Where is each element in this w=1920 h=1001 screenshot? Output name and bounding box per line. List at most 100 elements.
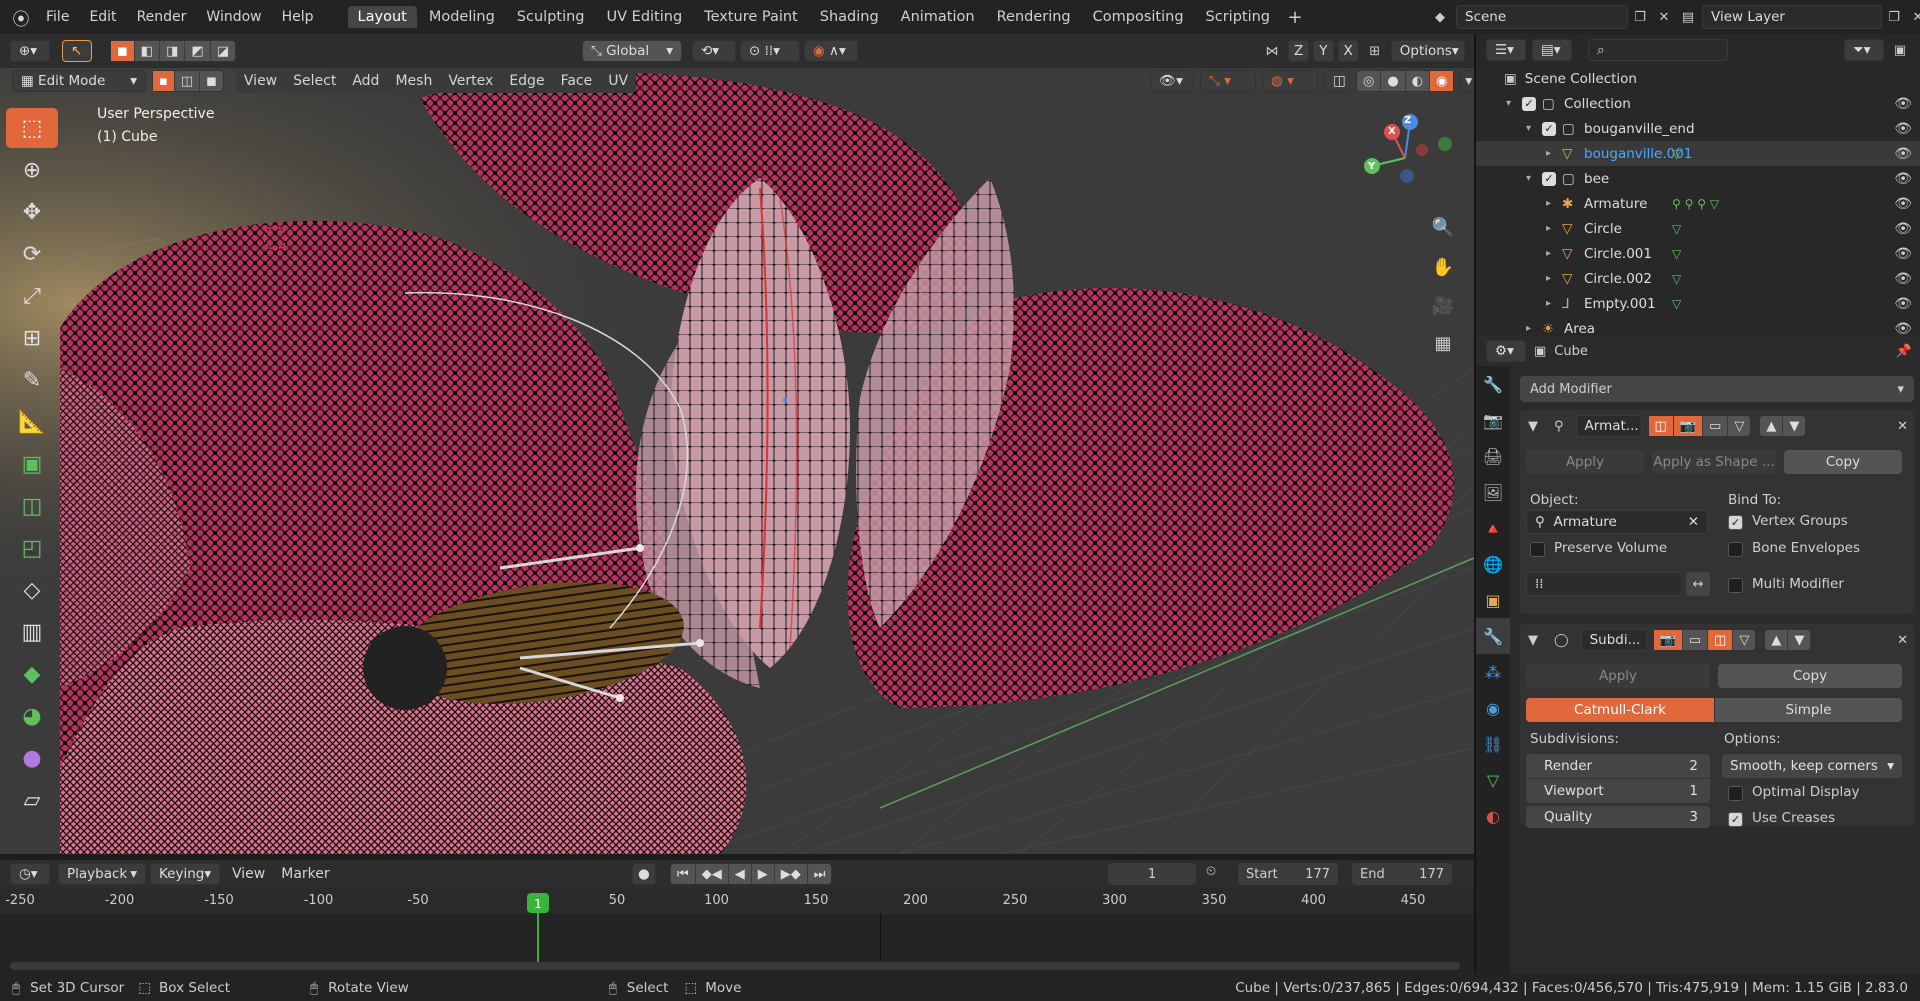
next-keyframe-icon[interactable]: ▶◆ xyxy=(775,864,808,884)
filter-icon[interactable]: ⏷▾ xyxy=(1844,39,1884,61)
expand-arrow-icon[interactable]: ▸ xyxy=(1546,298,1551,309)
modifier-tab-icon[interactable]: 🔧 xyxy=(1476,618,1510,654)
tab-uv-editing[interactable]: UV Editing xyxy=(597,6,693,28)
tab-layout[interactable]: Layout xyxy=(347,6,417,28)
properties-editor-type-icon[interactable]: ⚙▾ xyxy=(1486,340,1526,362)
menu-mesh[interactable]: Mesh xyxy=(387,73,440,89)
poly-build-icon[interactable]: ◕ xyxy=(6,696,58,736)
tab-sculpting[interactable]: Sculpting xyxy=(507,6,595,28)
collapse-icon[interactable]: ▼ xyxy=(1528,419,1538,434)
outliner-row-armature[interactable]: ▸ ✱ Armature ⚲ ⚲ ⚲ ▽ 👁 xyxy=(1476,191,1920,216)
visibility-eye-icon[interactable]: 👁 xyxy=(1894,171,1912,187)
outliner-editor-type-icon[interactable]: ☰▾ xyxy=(1486,39,1526,61)
remove-modifier-icon[interactable]: ✕ xyxy=(1897,633,1908,648)
clear-field-icon[interactable]: ✕ xyxy=(1688,514,1699,530)
annotate-icon[interactable]: ✎ xyxy=(6,360,58,400)
visibility-eye-icon[interactable]: 👁 xyxy=(1894,321,1912,337)
visibility-eye-icon[interactable]: 👁 xyxy=(1894,196,1912,212)
menu-uv[interactable]: UV xyxy=(600,73,636,89)
scene-field[interactable]: Scene xyxy=(1456,5,1628,29)
object-tab-icon[interactable]: ▣ xyxy=(1476,582,1510,618)
xray-toggle-icon[interactable]: ◫ xyxy=(1324,70,1350,92)
visibility-dropdown[interactable]: 👁▾ xyxy=(1150,70,1194,92)
grid-perspective-icon[interactable]: ▦ xyxy=(1428,328,1458,358)
expand-arrow-icon[interactable]: ▸ xyxy=(1526,323,1531,334)
armature-copy-button[interactable]: Copy xyxy=(1784,450,1902,474)
modifier-data-icon[interactable]: ▽ xyxy=(1672,297,1681,311)
outliner-row-collection[interactable]: ▾ ✓ ▢ Collection 👁 xyxy=(1476,91,1920,116)
rotate-icon[interactable]: ⟳ xyxy=(6,234,58,274)
menu-face[interactable]: Face xyxy=(553,73,601,89)
visibility-eye-icon[interactable]: 👁 xyxy=(1894,271,1912,287)
add-cube-icon[interactable]: ▣ xyxy=(6,444,58,484)
outliner-row-bouganville-001[interactable]: ▸ ▽ bouganville.001 ▽ 👁 xyxy=(1476,141,1920,166)
overlay-toggle[interactable]: ◍ ▾ xyxy=(1262,70,1318,92)
select-new-icon[interactable]: ◼ xyxy=(111,41,135,61)
transform-icon[interactable]: ⊞ xyxy=(6,318,58,358)
mirror-icon[interactable]: ⋈ xyxy=(1260,40,1284,62)
expand-arrow-icon[interactable]: ▾ xyxy=(1526,123,1531,134)
move-icon[interactable]: ✥ xyxy=(6,192,58,232)
scene-browse-icon[interactable]: ◆ xyxy=(1428,6,1452,28)
editor-type-icon[interactable]: ⊕▾ xyxy=(10,40,50,62)
select-mode-icon[interactable]: ↖ xyxy=(62,40,92,62)
modifier-data-icon[interactable]: ▽ xyxy=(1672,222,1681,236)
timeline-scrollbar[interactable] xyxy=(10,962,1460,970)
options-dropdown[interactable]: Options ▾ xyxy=(1390,40,1465,62)
render-tab-icon[interactable]: 📷 xyxy=(1476,402,1510,438)
expand-arrow-icon[interactable]: ▸ xyxy=(1546,223,1551,234)
use-creases-checkbox[interactable]: ✓ xyxy=(1728,812,1743,827)
modifier-data-icon[interactable]: ▽ xyxy=(1672,247,1681,261)
record-icon[interactable]: ● xyxy=(632,863,656,885)
expand-arrow-icon[interactable]: ▸ xyxy=(1546,148,1551,159)
catmull-clark-button[interactable]: Catmull-Clark xyxy=(1526,698,1714,722)
menu-help[interactable]: Help xyxy=(272,9,324,25)
timeline-menu-marker[interactable]: Marker xyxy=(273,866,337,882)
view-layer-remove-icon[interactable]: ✕ xyxy=(1906,6,1920,28)
tab-texture-paint[interactable]: Texture Paint xyxy=(694,6,808,28)
quality-field[interactable]: Quality 3 xyxy=(1526,806,1710,828)
viewport-toggle-icon[interactable]: ▭ xyxy=(1683,630,1709,650)
menu-file[interactable]: File xyxy=(36,9,79,25)
view-layer-field[interactable]: View Layer xyxy=(1702,5,1882,29)
outliner-row-bee[interactable]: ▾ ✓ ▢ bee 👁 xyxy=(1476,166,1920,191)
blender-logo-icon[interactable]: ⦿ xyxy=(6,5,36,30)
outliner-search-input[interactable]: ⌕ xyxy=(1588,39,1728,61)
timeline-menu-view[interactable]: View xyxy=(224,866,273,882)
tool-tab-icon[interactable]: 🔧 xyxy=(1476,366,1510,402)
outliner-row-circle[interactable]: ▸ ▽ Circle ▽ 👁 xyxy=(1476,216,1920,241)
modifier-data-icon[interactable]: ▽ xyxy=(1672,147,1681,161)
tab-animation[interactable]: Animation xyxy=(891,6,985,28)
menu-window[interactable]: Window xyxy=(196,9,271,25)
camera-icon[interactable]: 🎥 xyxy=(1428,290,1458,320)
zoom-icon[interactable]: 🔍 xyxy=(1428,212,1458,242)
tab-scripting[interactable]: Scripting xyxy=(1196,6,1280,28)
armature-apply-button[interactable]: Apply xyxy=(1526,450,1644,474)
proportional-edit-dropdown[interactable]: ◉ ∧▾ xyxy=(803,40,858,62)
wireframe-shading-icon[interactable]: ◎ xyxy=(1357,71,1382,91)
pin-icon[interactable]: 📌 xyxy=(1896,344,1912,359)
inset-icon[interactable]: ◰ xyxy=(6,528,58,568)
mode-dropdown[interactable]: ▦ Edit Mode ▾ xyxy=(12,70,146,92)
world-tab-icon[interactable]: 🌐 xyxy=(1476,546,1510,582)
menu-select[interactable]: Select xyxy=(285,73,344,89)
gizmo-toggle[interactable]: ⤡ ▾ xyxy=(1200,70,1256,92)
visibility-eye-icon[interactable]: 👁 xyxy=(1894,221,1912,237)
preserve-volume-checkbox[interactable] xyxy=(1530,542,1545,557)
render-toggle-icon[interactable]: 📷 xyxy=(1653,630,1683,650)
menu-edge[interactable]: Edge xyxy=(501,73,552,89)
select-extend-icon[interactable]: ◧ xyxy=(135,41,161,61)
outliner-row-circle-001[interactable]: ▸ ▽ Circle.001 ▽ 👁 xyxy=(1476,241,1920,266)
axis-z-button[interactable]: X xyxy=(1337,40,1359,62)
display-mode-icon[interactable]: ▤▾ xyxy=(1532,39,1572,61)
subdivision-copy-button[interactable]: Copy xyxy=(1718,664,1902,688)
visibility-eye-icon[interactable]: 👁 xyxy=(1894,296,1912,312)
playhead-frame-badge[interactable]: 1 xyxy=(527,893,549,913)
bevel-icon[interactable]: ◇ xyxy=(6,570,58,610)
cage-toggle-icon[interactable]: ▽ xyxy=(1733,630,1755,650)
end-frame-field[interactable]: End 177 xyxy=(1352,863,1452,885)
vertex-group-field[interactable]: ⁞⁞ xyxy=(1526,572,1682,596)
viewport-levels-field[interactable]: Viewport 1 xyxy=(1526,779,1710,803)
outliner-row-bouganville-end[interactable]: ▾ ✓ ▢ bouganville_end 👁 xyxy=(1476,116,1920,141)
solid-shading-icon[interactable]: ● xyxy=(1381,71,1406,91)
